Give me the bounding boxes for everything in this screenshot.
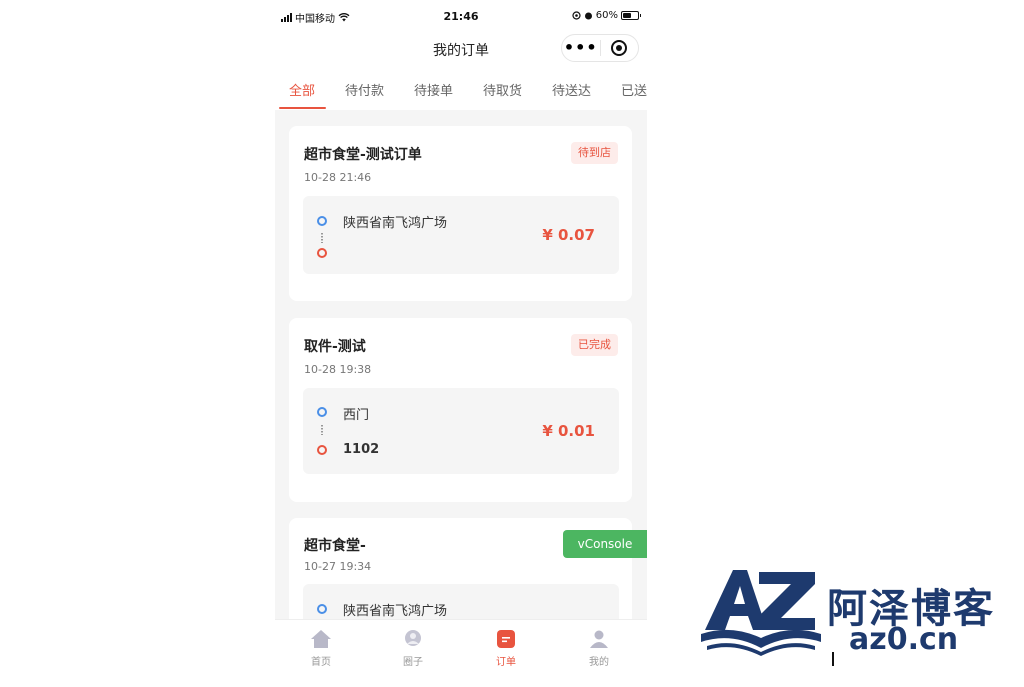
close-target-icon (611, 40, 628, 56)
order-title: 取件-测试 (304, 339, 366, 355)
route-dash (321, 425, 323, 435)
start-point-icon (317, 407, 327, 417)
home-icon (310, 628, 332, 650)
close-button[interactable] (601, 40, 639, 56)
dropoff-address: 1102 (343, 442, 380, 457)
text-cursor (832, 652, 834, 666)
order-route: 陕西省南飞鸿广场 ¥ 0.07 (303, 196, 619, 274)
order-price: ¥ 0.07 (542, 226, 595, 244)
route-dash (321, 233, 323, 243)
tabbar-label: 圈子 (403, 657, 423, 668)
battery-icon (621, 11, 641, 20)
order-time: 10-27 19:34 (304, 560, 372, 573)
tabbar-home[interactable]: 首页 (291, 628, 351, 668)
status-right: 60% (572, 10, 641, 21)
order-card[interactable]: 超市食堂-测试订单 待到店 10-28 21:46 陕西省南飞鸿广场 ¥ 0.0… (289, 126, 632, 301)
tab-pending-pickup[interactable]: 待取货 (483, 80, 522, 99)
pickup-address: 陕西省南飞鸿广场 (343, 216, 448, 231)
phone-screen: 中国移动 21:46 60% 我的订单 ••• 全部 待付款 待接单 待取货 待… (275, 0, 647, 687)
status-bar: 中国移动 21:46 60% (275, 0, 647, 34)
order-card[interactable]: 取件-测试 已完成 10-28 19:38 西门 1102 ¥ 0.01 (289, 318, 632, 502)
battery-fill (623, 13, 632, 18)
pickup-address: 西门 (343, 408, 370, 423)
tabbar-label: 订单 (496, 657, 516, 668)
watermark-url: az0.cn (849, 622, 959, 657)
tabbar-profile[interactable]: 我的 (569, 628, 629, 668)
tabbar-label: 我的 (589, 657, 609, 668)
end-point-icon (317, 445, 327, 455)
mini-program-capsule: ••• (561, 34, 639, 62)
tab-active-indicator (279, 107, 326, 109)
order-time: 10-28 21:46 (304, 171, 372, 184)
bottom-tabbar: 首页 圈子 订单 我的 (275, 619, 647, 687)
tab-all[interactable]: 全部 (289, 80, 315, 99)
pickup-address: 陕西省南飞鸿广场 (343, 604, 448, 619)
tab-pending-accept[interactable]: 待接单 (414, 80, 453, 99)
vconsole-button[interactable]: vConsole (563, 530, 647, 558)
location-icon (572, 11, 581, 20)
tabbar-circle[interactable]: 圈子 (383, 628, 443, 668)
circle-icon (402, 628, 424, 650)
tab-pending-delivery[interactable]: 待送达 (552, 80, 591, 99)
tab-pending-payment[interactable]: 待付款 (345, 80, 384, 99)
order-tabs: 全部 待付款 待接单 待取货 待送达 已送 (275, 64, 647, 110)
alarm-icon (584, 12, 592, 20)
order-time: 10-28 19:38 (304, 363, 372, 376)
tab-delivered[interactable]: 已送 (621, 80, 647, 99)
tabbar-orders[interactable]: 订单 (476, 628, 536, 668)
order-icon (495, 628, 517, 650)
order-route: 西门 1102 ¥ 0.01 (303, 388, 619, 474)
profile-icon (588, 628, 610, 650)
status-badge: 已完成 (571, 334, 618, 356)
tabbar-label: 首页 (311, 657, 331, 668)
battery-percent: 60% (595, 10, 618, 21)
order-price: ¥ 0.01 (542, 422, 595, 440)
start-point-icon (317, 216, 327, 226)
az-logo-mark (701, 570, 821, 656)
order-title: 超市食堂-测试订单 (304, 147, 422, 163)
order-title: 超市食堂- (304, 538, 366, 554)
nav-bar: 我的订单 ••• (275, 34, 647, 64)
start-point-icon (317, 604, 327, 614)
watermark-logo: 阿泽博客 az0.cn (697, 562, 997, 672)
end-point-icon (317, 248, 327, 258)
more-button[interactable]: ••• (562, 35, 600, 61)
status-badge: 待到店 (571, 142, 618, 164)
